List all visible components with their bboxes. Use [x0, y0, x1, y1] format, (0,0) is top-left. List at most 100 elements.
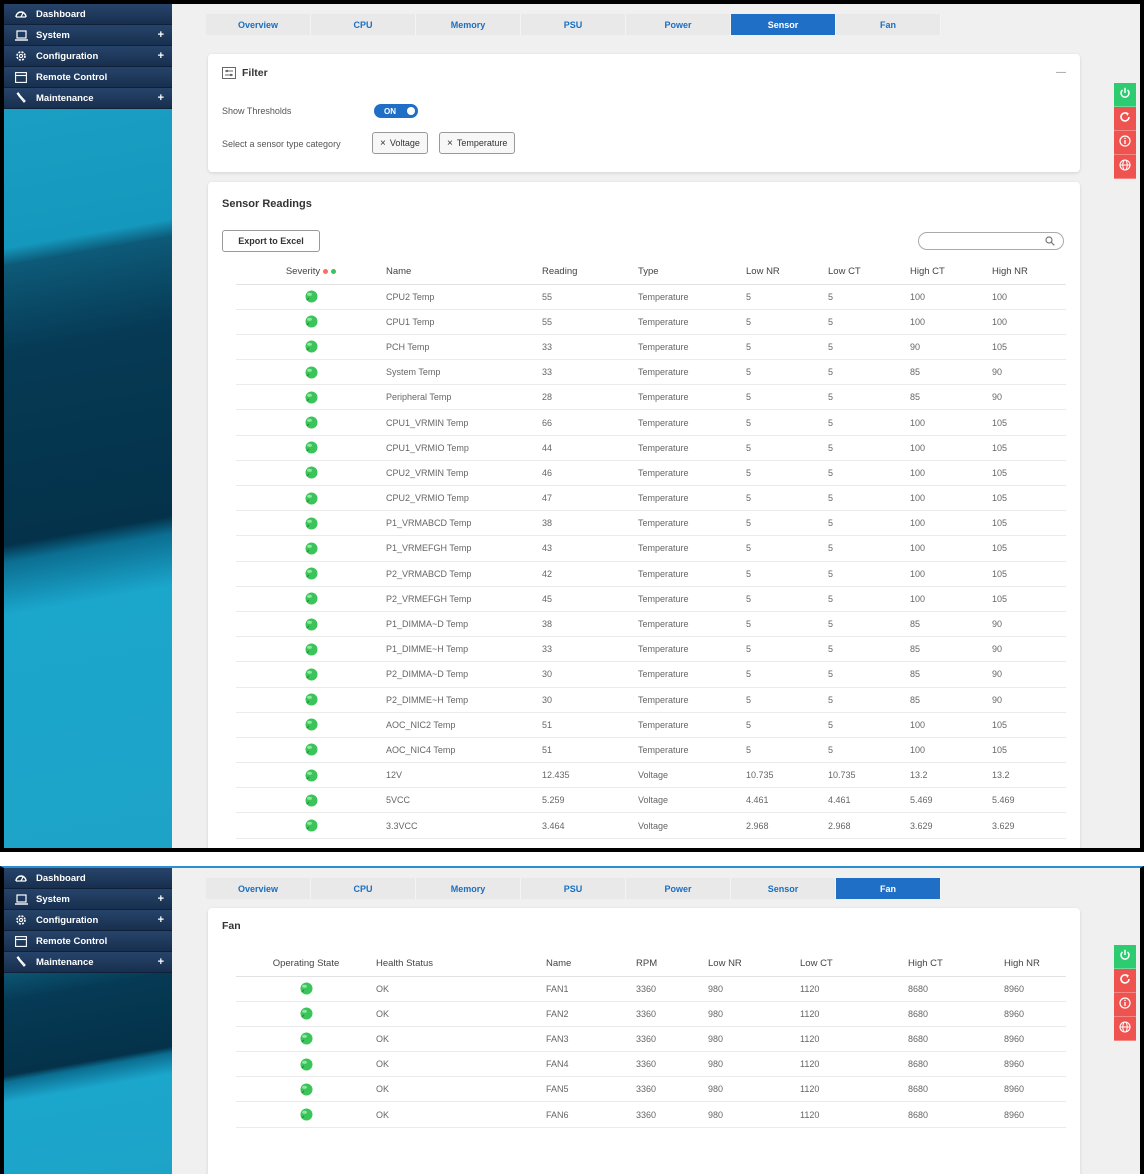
- search-icon[interactable]: [1045, 236, 1055, 246]
- show-thresholds-toggle[interactable]: ON: [374, 104, 418, 118]
- tab-sensor[interactable]: Sensor: [731, 878, 836, 899]
- table-row[interactable]: P1_DIMME~H Temp 33 Temperature 5 5 85 90: [236, 636, 1066, 663]
- table-row[interactable]: CPU2 Temp 55 Temperature 5 5 100 100: [236, 284, 1066, 310]
- table-row[interactable]: OK FAN4 3360 980 1120 8680 8960: [236, 1051, 1066, 1078]
- tab-power[interactable]: Power: [626, 14, 731, 35]
- table-row[interactable]: PCH Temp 33 Temperature 5 5 90 105: [236, 334, 1066, 361]
- table-row[interactable]: P1_VRMABCD Temp 38 Temperature 5 5 100 105: [236, 510, 1066, 537]
- table-row[interactable]: 3.3VCC 3.464 Voltage 2.968 2.968 3.629 3.629: [236, 812, 1066, 839]
- info-button[interactable]: [1114, 993, 1136, 1017]
- table-row[interactable]: P2_VRMABCD Temp 42 Temperature 5 5 100 105: [236, 561, 1066, 587]
- expand-icon[interactable]: +: [158, 914, 164, 926]
- table-row[interactable]: P2_DIMME~H Temp 30 Temperature 5 5 85 90: [236, 687, 1066, 713]
- sidebar-item-system[interactable]: System +: [4, 889, 172, 910]
- table-row[interactable]: CPU1_VRMIN Temp 66 Temperature 5 5 100 105: [236, 409, 1066, 436]
- refresh-button[interactable]: [1114, 107, 1136, 131]
- expand-icon[interactable]: +: [158, 50, 164, 62]
- tab-psu[interactable]: PSU: [521, 14, 626, 35]
- sidebar-item-configuration[interactable]: Configuration +: [4, 46, 172, 67]
- table-row[interactable]: AOC_NIC2 Temp 51 Temperature 5 5 100 105: [236, 712, 1066, 738]
- tab-overview[interactable]: Overview: [206, 14, 311, 35]
- sidebar-item-maintenance[interactable]: Maintenance +: [4, 88, 172, 109]
- table-row[interactable]: AOC_NIC4 Temp 51 Temperature 5 5 100 105: [236, 737, 1066, 764]
- table-row[interactable]: OK FAN2 3360 980 1120 8680 8960: [236, 1001, 1066, 1027]
- column-header[interactable]: Type: [638, 260, 746, 285]
- filter-header[interactable]: Filter: [222, 67, 268, 79]
- table-row[interactable]: CPU1 Temp 55 Temperature 5 5 100 100: [236, 309, 1066, 335]
- remove-icon[interactable]: ×: [380, 138, 386, 149]
- table-row[interactable]: OK FAN1 3360 980 1120 8680 8960: [236, 976, 1066, 1002]
- column-header[interactable]: High CT: [910, 260, 992, 285]
- collapse-button[interactable]: —: [1056, 67, 1066, 78]
- tab-sensor[interactable]: Sensor: [731, 14, 836, 35]
- globe-button[interactable]: [1114, 155, 1136, 179]
- table-row[interactable]: P2_DIMMA~D Temp 30 Temperature 5 5 85 90: [236, 661, 1066, 688]
- power-button[interactable]: [1114, 83, 1136, 107]
- table-cell: Temperature: [638, 309, 746, 335]
- column-header[interactable]: Operating State: [236, 952, 376, 977]
- table-row[interactable]: OK FAN6 3360 980 1120 8680 8960: [236, 1101, 1066, 1128]
- chip-voltage[interactable]: × Voltage: [372, 132, 428, 154]
- table-row[interactable]: 5VCC 5.259 Voltage 4.461 4.461 5.469 5.469: [236, 787, 1066, 814]
- sidebar-item-system[interactable]: System +: [4, 25, 172, 46]
- tab-psu[interactable]: PSU: [521, 878, 626, 899]
- column-header[interactable]: Low NR: [746, 260, 828, 285]
- table-row[interactable]: OK FAN5 3360 980 1120 8680 8960: [236, 1076, 1066, 1103]
- expand-icon[interactable]: +: [158, 956, 164, 968]
- column-header[interactable]: High NR: [1004, 952, 1066, 977]
- expand-icon[interactable]: +: [158, 893, 164, 905]
- search-box[interactable]: [918, 232, 1064, 250]
- sidebar-item-dashboard[interactable]: Dashboard: [4, 868, 172, 889]
- table-row[interactable]: P1_VRMEFGH Temp 43 Temperature 5 5 100 105: [236, 535, 1066, 562]
- tab-power[interactable]: Power: [626, 878, 731, 899]
- tab-cpu[interactable]: CPU: [311, 878, 416, 899]
- column-header[interactable]: Low CT: [828, 260, 910, 285]
- tab-memory[interactable]: Memory: [416, 14, 521, 35]
- column-header[interactable]: Low NR: [708, 952, 800, 977]
- globe-button[interactable]: [1114, 1017, 1136, 1041]
- table-cell: 5: [746, 737, 828, 764]
- column-header[interactable]: RPM: [636, 952, 708, 977]
- power-button[interactable]: [1114, 945, 1136, 969]
- tab-memory[interactable]: Memory: [416, 878, 521, 899]
- info-button[interactable]: [1114, 131, 1136, 155]
- column-header[interactable]: Name: [546, 952, 636, 977]
- refresh-button[interactable]: [1114, 969, 1136, 993]
- search-input[interactable]: [927, 233, 1047, 249]
- sidebar-item-maintenance[interactable]: Maintenance +: [4, 952, 172, 973]
- table-cell: 5: [828, 460, 910, 487]
- expand-icon[interactable]: +: [158, 29, 164, 41]
- table-cell: 8680: [908, 1026, 1004, 1053]
- column-header[interactable]: Health Status: [376, 952, 546, 977]
- table-row[interactable]: CPU2_VRMIO Temp 47 Temperature 5 5 100 105: [236, 485, 1066, 512]
- sidebar-item-dashboard[interactable]: Dashboard: [4, 4, 172, 25]
- table-row[interactable]: 12V 12.435 Voltage 10.735 10.735 13.2 13.2: [236, 762, 1066, 789]
- column-header[interactable]: High NR: [992, 260, 1066, 285]
- table-cell: 8680: [908, 976, 1004, 1002]
- table-row[interactable]: CPU1_VRMIO Temp 44 Temperature 5 5 100 105: [236, 435, 1066, 461]
- table-row[interactable]: OK FAN3 3360 980 1120 8680 8960: [236, 1026, 1066, 1053]
- tab-overview[interactable]: Overview: [206, 878, 311, 899]
- table-row[interactable]: Peripheral Temp 28 Temperature 5 5 85 90: [236, 384, 1066, 411]
- column-header[interactable]: Severity: [236, 260, 386, 285]
- table-row[interactable]: System Temp 33 Temperature 5 5 85 90: [236, 359, 1066, 386]
- column-header[interactable]: Name: [386, 260, 542, 285]
- column-header[interactable]: Low CT: [800, 952, 908, 977]
- tab-cpu[interactable]: CPU: [311, 14, 416, 35]
- table-row[interactable]: CPU2_VRMIN Temp 46 Temperature 5 5 100 105: [236, 460, 1066, 487]
- remove-icon[interactable]: ×: [447, 138, 453, 149]
- tab-fan[interactable]: Fan: [836, 878, 941, 899]
- table-row[interactable]: P1_DIMMA~D Temp 38 Temperature 5 5 85 90: [236, 611, 1066, 638]
- chip-temperature[interactable]: × Temperature: [439, 132, 516, 154]
- expand-icon[interactable]: +: [158, 92, 164, 104]
- sidebar-item-remote-control[interactable]: Remote Control: [4, 931, 172, 952]
- column-header[interactable]: High CT: [908, 952, 1004, 977]
- export-to-excel-button[interactable]: Export to Excel: [222, 230, 320, 252]
- sidebar-item-remote-control[interactable]: Remote Control: [4, 67, 172, 88]
- tab-fan[interactable]: Fan: [836, 14, 941, 35]
- column-header[interactable]: Reading: [542, 260, 638, 285]
- severity-ok-icon: [236, 787, 386, 814]
- sidebar-item-configuration[interactable]: Configuration +: [4, 910, 172, 931]
- table-row[interactable]: P2_VRMEFGH Temp 45 Temperature 5 5 100 105: [236, 586, 1066, 612]
- severity-ok-icon: [236, 485, 386, 512]
